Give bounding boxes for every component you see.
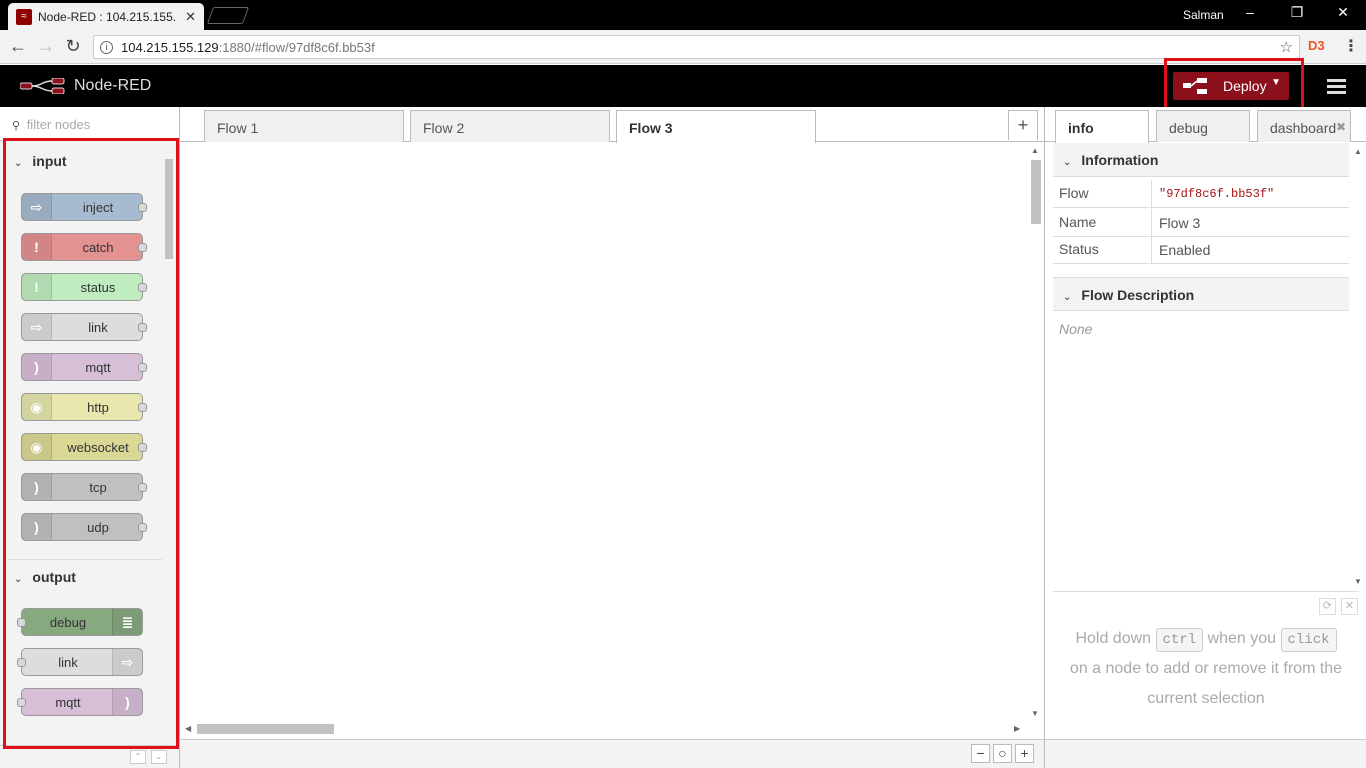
canvas-hscroll-thumb[interactable]	[197, 724, 334, 734]
tab-flow-2[interactable]: Flow 2	[410, 110, 610, 142]
click-key: click	[1280, 628, 1337, 652]
browser-tab-title: Node-RED : 104.215.155.	[38, 9, 177, 24]
zoom-reset-button[interactable]: ○	[993, 744, 1012, 763]
tip-text-part: current selection	[1147, 690, 1265, 707]
address-bar[interactable]: i 104.215.155.129:1880/#flow/97df8c6f.bb…	[93, 35, 1300, 59]
node-red-favicon-icon: ≈	[16, 8, 32, 25]
sidebar-footer	[1045, 739, 1366, 768]
expand-all-icon[interactable]: ⌄	[151, 750, 167, 764]
d3-extension-icon[interactable]: D3	[1308, 38, 1326, 56]
browser-titlebar: ≈ Node-RED : 104.215.155. ✕ Salman – ❐ ✕	[0, 0, 1366, 30]
restore-icon[interactable]: ❐	[1287, 4, 1307, 21]
browser-toolbar: ← → ↻ i 104.215.155.129:1880/#flow/97df8…	[0, 30, 1366, 64]
information-section-header[interactable]: ⌄ Information	[1053, 143, 1349, 177]
zoom-out-button[interactable]: −	[971, 744, 990, 763]
forward-icon[interactable]: →	[35, 36, 57, 57]
property-value: Flow 3	[1151, 209, 1349, 236]
main-menu-icon[interactable]	[1327, 79, 1346, 97]
node-red-logo-icon	[20, 78, 65, 94]
property-row-status: Status Enabled	[1053, 236, 1349, 264]
workspace-tab-bar: Flow 1 Flow 2 Flow 3 +	[180, 107, 1044, 143]
canvas-vscroll-thumb[interactable]	[1031, 160, 1041, 224]
chevron-down-icon: ⌄	[1063, 157, 1072, 168]
property-value: Enabled	[1151, 236, 1349, 263]
bookmark-star-icon[interactable]: ☆	[1280, 38, 1293, 56]
url-path: :1880/#flow/97df8c6f.bb53f	[218, 39, 375, 55]
tab-dashboard-label: dashboard	[1270, 120, 1337, 136]
tip-text-part: Hold down	[1075, 630, 1152, 647]
tab-close-icon[interactable]: ✖	[1335, 120, 1346, 134]
browser-profile-name[interactable]: Salman	[1183, 8, 1224, 22]
flow-description-title: Flow Description	[1081, 287, 1195, 303]
window-close-icon[interactable]: ✕	[1333, 4, 1353, 21]
new-tab-button[interactable]	[206, 7, 250, 24]
flow-description-value: None	[1059, 321, 1093, 337]
close-tip-icon[interactable]: ✕	[1341, 598, 1358, 615]
tip-text-part: on a node to add or remove it from the	[1069, 660, 1343, 677]
tip-panel: ⟳ ✕ Hold down ctrl when you click on a n…	[1053, 591, 1359, 741]
tab-info[interactable]: info	[1055, 110, 1149, 143]
minimize-icon[interactable]: –	[1240, 4, 1260, 20]
scroll-up-icon[interactable]: ▲	[1031, 146, 1039, 155]
property-row-flow: Flow "97df8c6f.bb53f"	[1053, 180, 1349, 208]
property-key: Flow	[1059, 185, 1089, 201]
property-value: "97df8c6f.bb53f"	[1151, 180, 1349, 207]
chevron-down-icon: ⌄	[1063, 292, 1072, 303]
zoom-in-button[interactable]: +	[1015, 744, 1034, 763]
canvas-horizontal-scrollbar[interactable]: ◀ ▶	[180, 721, 1028, 737]
collapse-all-icon[interactable]: ⌃	[130, 750, 146, 764]
sidebar-scrollbar[interactable]: ▲ ▼	[1351, 147, 1365, 589]
canvas-vertical-scrollbar[interactable]: ▲ ▼	[1028, 143, 1044, 721]
search-icon: ⚲	[12, 120, 21, 132]
palette-highlight-box	[3, 138, 179, 749]
tab-dashboard[interactable]: dashboard ✖	[1257, 110, 1351, 142]
tip-text: Hold down ctrl when you click on a node …	[1053, 624, 1359, 714]
app-title: Node-RED	[74, 77, 152, 94]
tab-flow-3[interactable]: Flow 3	[616, 110, 816, 143]
flow-workspace: Flow 1 Flow 2 Flow 3 + ▲ ▼ ◀ ▶ − ○ +	[180, 107, 1044, 768]
property-key: Name	[1059, 214, 1097, 230]
filter-nodes-input[interactable]: ⚲ filter nodes	[0, 107, 179, 141]
filter-placeholder: filter nodes	[26, 117, 91, 132]
back-icon[interactable]: ←	[7, 36, 29, 57]
url-host: 104.215.155.129	[121, 39, 219, 55]
flow-canvas[interactable]	[180, 143, 1028, 721]
scroll-down-icon[interactable]: ▼	[1354, 577, 1362, 586]
workspace-footer: − ○ +	[180, 739, 1044, 768]
property-key: Status	[1059, 241, 1099, 257]
scroll-right-icon[interactable]: ▶	[1014, 724, 1020, 733]
info-sidebar: info debug dashboard ✖ ⌄ Information Flow…	[1044, 107, 1366, 768]
reload-icon[interactable]: ↻	[62, 36, 84, 57]
ctrl-key: ctrl	[1155, 628, 1204, 652]
browser-menu-icon[interactable]: ⋮	[1343, 36, 1359, 56]
tab-flow-1[interactable]: Flow 1	[204, 110, 404, 142]
info-panel: ⌄ Information Flow "97df8c6f.bb53f" Name …	[1053, 143, 1349, 591]
site-info-icon[interactable]: i	[100, 40, 113, 54]
add-flow-button[interactable]: +	[1008, 110, 1038, 140]
property-row-name: Name Flow 3	[1053, 209, 1349, 237]
flow-description-section-header[interactable]: ⌄ Flow Description	[1053, 277, 1349, 311]
information-title: Information	[1081, 152, 1159, 168]
refresh-tip-icon[interactable]: ⟳	[1319, 598, 1336, 615]
tab-debug[interactable]: debug	[1156, 110, 1250, 142]
node-red-header: Node-RED Deploy ▼	[0, 65, 1366, 107]
browser-tab[interactable]: ≈ Node-RED : 104.215.155. ✕	[8, 3, 204, 30]
scroll-up-icon[interactable]: ▲	[1354, 147, 1362, 156]
tab-close-icon[interactable]: ✕	[185, 9, 196, 25]
sidebar-tab-bar: info debug dashboard ✖	[1045, 107, 1366, 143]
tip-text-part: when you	[1207, 630, 1277, 647]
scroll-left-icon[interactable]: ◀	[185, 724, 191, 733]
scroll-down-icon[interactable]: ▼	[1031, 709, 1039, 718]
